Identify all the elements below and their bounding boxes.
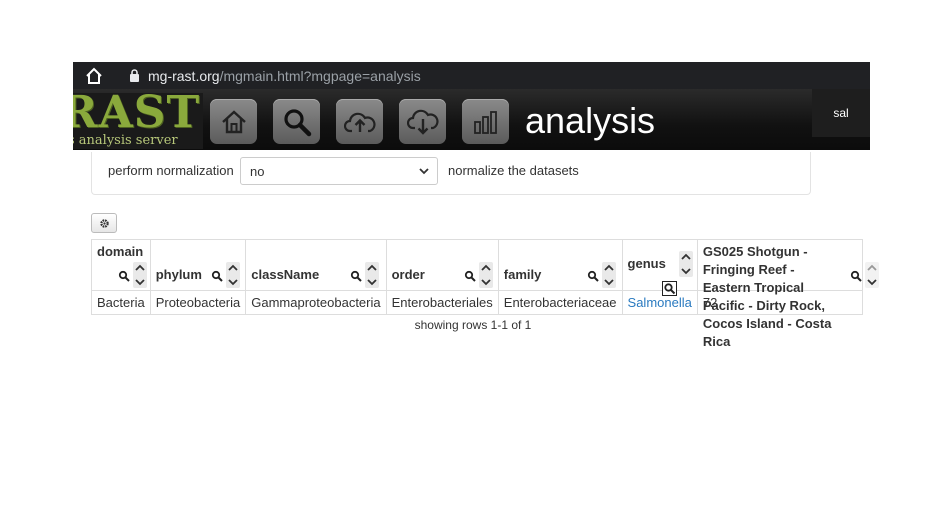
nav-upload-button[interactable] [336, 99, 383, 144]
sort-control[interactable] [133, 262, 147, 288]
nav-search-button[interactable] [273, 99, 320, 144]
nav-download-button[interactable] [399, 99, 446, 144]
normalization-select[interactable]: no [240, 157, 438, 185]
home-icon [86, 67, 102, 84]
column-label: domain [97, 244, 144, 259]
chevron-down-icon [419, 168, 429, 175]
sort-down-icon[interactable] [604, 279, 614, 286]
sort-up-icon[interactable] [867, 264, 877, 271]
sort-up-icon[interactable] [135, 264, 145, 271]
sort-control[interactable] [601, 262, 616, 288]
search-icon[interactable] [587, 270, 599, 282]
mg-rast-logo[interactable]: RAST s analysis server [73, 89, 203, 149]
browser-address-bar: mg-rast.org/mgmain.html?mgpage=analysis [73, 62, 870, 89]
column-header-family: family [497, 239, 623, 291]
cell-family: Enterobacteriaceae [497, 290, 623, 315]
column-header-classname: className [245, 239, 387, 291]
sort-up-icon[interactable] [367, 264, 377, 271]
search-icon[interactable] [661, 281, 677, 296]
column-label: family [503, 267, 542, 282]
lock-icon [125, 69, 143, 82]
column-header-phylum: phylum [149, 239, 247, 291]
column-header-sample: GS025 Shotgun - Fringing Reef - Eastern … [696, 239, 879, 349]
url-path: /mgmain.html?mgpage=analysis [219, 67, 421, 84]
sort-control[interactable] [478, 262, 493, 288]
column-header-domain: domain [91, 239, 151, 291]
results-table: domain phylum className order family gen… [91, 239, 879, 349]
column-header-genus: genus [621, 239, 698, 296]
cell-phylum: Proteobacteria [149, 290, 247, 315]
column-label: className [251, 267, 320, 282]
sort-control[interactable] [678, 251, 693, 277]
search-icon[interactable] [118, 270, 130, 282]
search-icon[interactable] [850, 270, 862, 282]
genus-link[interactable]: Salmonella [628, 295, 692, 310]
browser-home-button[interactable] [73, 62, 115, 89]
search-icon[interactable] [464, 270, 476, 282]
sort-up-icon[interactable] [228, 264, 238, 271]
logo-subtitle: s analysis server [73, 133, 178, 148]
sort-down-icon[interactable] [680, 268, 691, 275]
table-row-count: showing rows 1-1 of 1 [414, 318, 532, 332]
page-title: analysis [525, 100, 656, 141]
analysis-chart-icon [473, 110, 497, 134]
search-icon [283, 108, 311, 136]
upload-icon [343, 112, 376, 132]
user-menu[interactable]: sal [812, 89, 870, 137]
cell-order: Enterobacteriales [385, 290, 499, 315]
cell-domain: Bacteria [91, 290, 151, 315]
table-settings-button[interactable] [91, 213, 117, 233]
app-header: RAST s analysis server analysis sal [73, 89, 870, 150]
column-label: genus [627, 256, 666, 271]
column-label: phylum [155, 267, 202, 282]
sort-down-icon[interactable] [228, 279, 238, 286]
table-header-row: domain phylum className order family gen… [91, 239, 879, 349]
download-icon [406, 109, 439, 135]
home-icon [221, 109, 246, 133]
url-host: mg-rast.org [148, 67, 220, 84]
sort-down-icon[interactable] [135, 279, 145, 286]
sort-up-icon[interactable] [480, 264, 491, 271]
nav-analysis-button[interactable] [462, 99, 509, 144]
nav-home-button[interactable] [210, 99, 257, 144]
sort-down-icon[interactable] [367, 279, 377, 286]
gear-icon [99, 218, 109, 228]
column-label: order [391, 267, 425, 282]
normalization-panel: perform normalization no normalize the d… [91, 152, 811, 195]
normalization-selected-value: no [250, 164, 265, 179]
normalization-label: perform normalization [108, 163, 234, 178]
sort-down-icon[interactable] [480, 279, 491, 286]
url-field[interactable]: mg-rast.org/mgmain.html?mgpage=analysis [148, 68, 421, 84]
sort-control[interactable] [225, 262, 240, 288]
cell-classname: Gammaproteobacteria [245, 290, 387, 315]
search-icon[interactable] [350, 270, 362, 282]
sort-control[interactable] [864, 262, 879, 288]
column-header-order: order [385, 239, 499, 291]
sort-up-icon[interactable] [680, 253, 691, 260]
column-label: GS025 Shotgun - Fringing Reef - Eastern … [702, 244, 832, 349]
cell-genus: Salmonella [621, 290, 698, 315]
sort-up-icon[interactable] [604, 264, 614, 271]
search-icon[interactable] [211, 270, 223, 282]
sort-down-icon[interactable] [867, 279, 877, 286]
logo-text: RAST [73, 89, 201, 138]
sort-control[interactable] [365, 262, 380, 288]
normalization-description: normalize the datasets [448, 163, 579, 178]
